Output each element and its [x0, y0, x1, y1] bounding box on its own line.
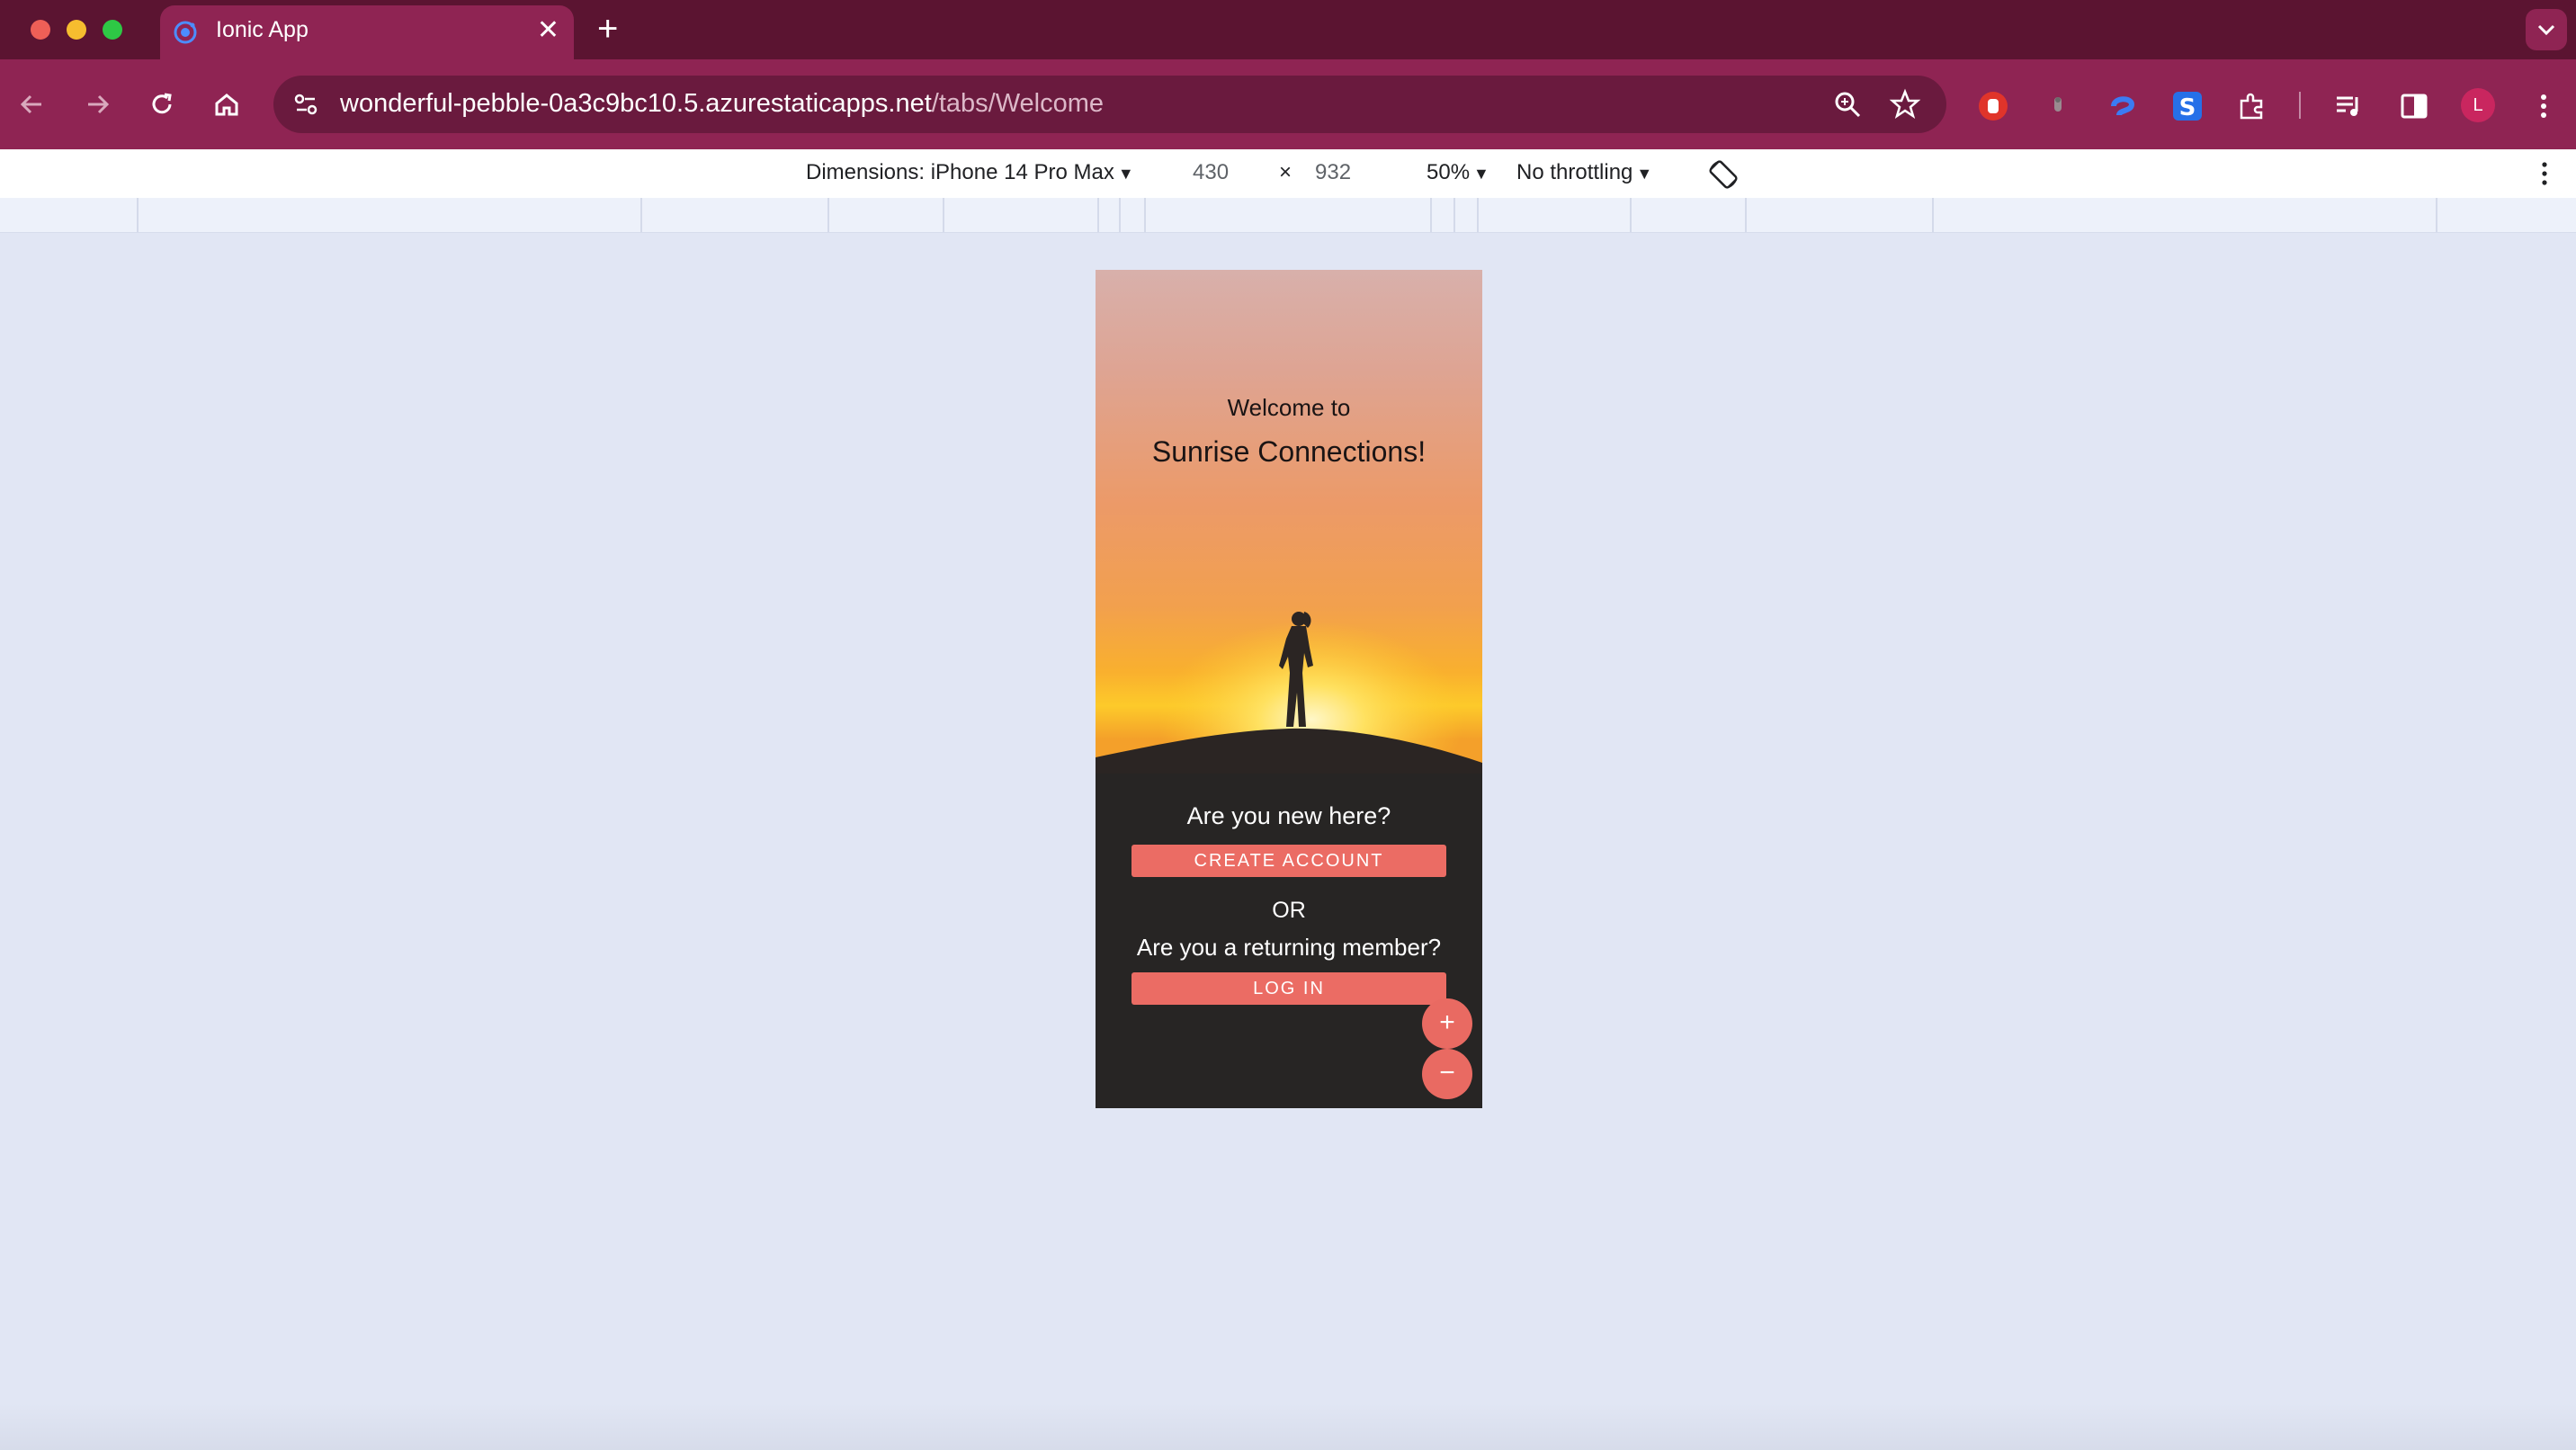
toolbar-divider: [2299, 92, 2301, 119]
minimize-window-button[interactable]: [67, 20, 86, 40]
devtools-more-icon[interactable]: [2529, 158, 2560, 189]
device-toolbar: Dimensions: iPhone 14 Pro Max ▼ 430 × 932…: [0, 149, 2576, 198]
dropdown-caret-icon: ▼: [1636, 165, 1653, 183]
menu-kebab-icon[interactable]: [2527, 90, 2560, 122]
decrease-text-size-button[interactable]: −: [1422, 1049, 1472, 1099]
media-query-ruler[interactable]: [0, 198, 2576, 233]
ionic-favicon-icon: [174, 21, 197, 44]
forward-arrow-icon[interactable]: [79, 86, 115, 122]
ruler-segment: [943, 198, 944, 232]
chevron-down-icon: [2537, 24, 2555, 36]
url-path: /tabs/Welcome: [931, 89, 1105, 118]
browser-toolbar: wonderful-pebble-0a3c9bc10.5.azurestatic…: [0, 59, 2576, 149]
reload-icon[interactable]: [144, 86, 180, 122]
s-extension-icon[interactable]: S: [2171, 90, 2204, 122]
bookmark-star-icon[interactable]: [1889, 88, 1921, 121]
close-window-button[interactable]: [31, 20, 50, 40]
site-settings-icon[interactable]: [290, 88, 322, 121]
url-host: wonderful-pebble-0a3c9bc10.5.azurestatic…: [340, 89, 932, 118]
device-dimensions-select[interactable]: Dimensions: iPhone 14 Pro Max ▼: [806, 160, 1134, 185]
hand-extension-icon[interactable]: [1977, 90, 2009, 122]
new-tab-button[interactable]: +: [597, 9, 618, 49]
svg-text:S: S: [2179, 94, 2196, 121]
increase-text-size-button[interactable]: +: [1422, 998, 1472, 1049]
tab-title: Ionic App: [216, 17, 309, 42]
device-height-input[interactable]: 932: [1315, 160, 1351, 185]
mic-extension-icon[interactable]: [2042, 90, 2074, 122]
media-playlist-icon[interactable]: [2333, 90, 2366, 122]
ruler-segment: [1097, 198, 1099, 232]
url-text[interactable]: wonderful-pebble-0a3c9bc10.5.azurestatic…: [340, 89, 1104, 119]
dimension-times: ×: [1279, 160, 1292, 184]
ruler-segment: [1144, 198, 1146, 232]
side-panel-icon[interactable]: [2398, 90, 2430, 122]
swirl-extension-icon[interactable]: [2106, 90, 2139, 122]
or-divider-text: OR: [1272, 898, 1306, 923]
back-arrow-icon[interactable]: [14, 86, 50, 122]
ruler-segment: [1745, 198, 1747, 232]
dropdown-caret-icon: ▼: [1473, 165, 1489, 183]
create-account-button[interactable]: CREATE ACCOUNT: [1131, 845, 1446, 877]
zoom-select[interactable]: 50% ▼: [1427, 160, 1489, 185]
profile-avatar[interactable]: L: [2461, 88, 2495, 122]
ruler-segment: [137, 198, 139, 232]
ruler-segment: [827, 198, 829, 232]
device-dimensions-label: Dimensions: iPhone 14 Pro Max: [806, 160, 1114, 184]
throttling-select[interactable]: No throttling ▼: [1516, 160, 1652, 185]
ruler-segment: [1630, 198, 1632, 232]
returning-member-prompt: Are you a returning member?: [1136, 934, 1442, 961]
rotate-icon[interactable]: [1705, 157, 1741, 192]
ruler-segment: [2436, 198, 2437, 232]
ruler-segment: [1430, 198, 1432, 232]
ruler-segment: [1119, 198, 1121, 232]
tab-ionic-app[interactable]: Ionic App ✕: [160, 5, 574, 59]
address-bar[interactable]: wonderful-pebble-0a3c9bc10.5.azurestatic…: [273, 76, 1946, 133]
ruler-segment: [1932, 198, 1934, 232]
zoom-icon[interactable]: [1831, 88, 1864, 121]
page-bottom-shade: [0, 1403, 2576, 1450]
home-icon[interactable]: [209, 86, 245, 122]
log-in-button[interactable]: LOG IN: [1131, 972, 1446, 1005]
tab-search-button[interactable]: [2526, 9, 2567, 50]
dropdown-caret-icon: ▼: [1117, 165, 1134, 183]
ruler-segment: [640, 198, 642, 232]
zoom-label: 50%: [1427, 160, 1471, 184]
tab-close-icon[interactable]: ✕: [537, 14, 559, 47]
tab-strip: Ionic App ✕ +: [0, 0, 2576, 59]
throttling-label: No throttling: [1516, 160, 1633, 184]
maximize-window-button[interactable]: [103, 20, 122, 40]
ruler-segment: [1453, 198, 1455, 232]
ruler-segment: [1477, 198, 1479, 232]
device-width-input[interactable]: 430: [1193, 160, 1229, 185]
new-user-prompt: Are you new here?: [1186, 802, 1391, 829]
device-viewport: Welcome to Sunrise Connections! Are you …: [1096, 270, 1482, 1108]
puzzle-extensions-icon[interactable]: [2236, 90, 2268, 122]
